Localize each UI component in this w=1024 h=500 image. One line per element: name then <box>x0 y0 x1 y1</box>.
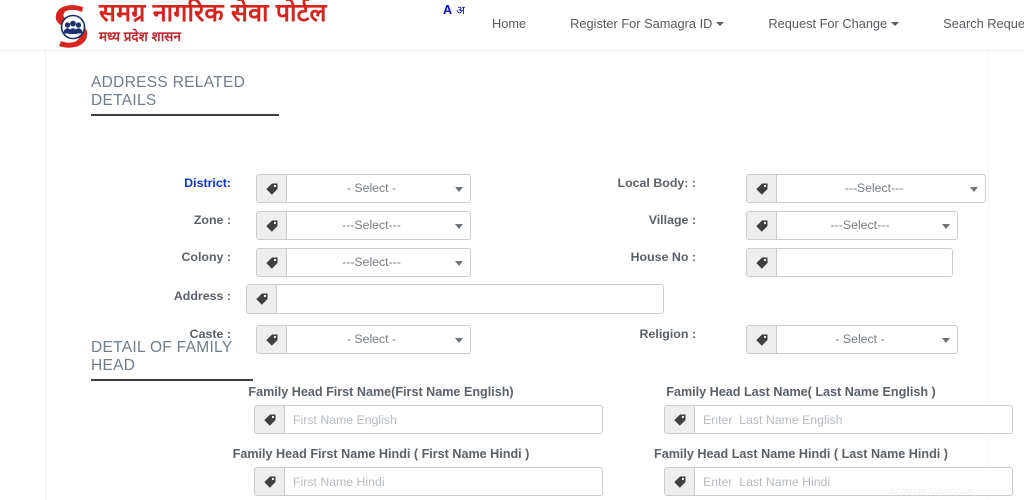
family-head-section-rule <box>91 379 253 381</box>
site-header: समग्र नागरिक सेवा पोर्टल मध्य प्रदेश शास… <box>0 0 1024 51</box>
local-body-select-wrap[interactable]: ---Select--- <box>777 174 986 203</box>
house-no-input[interactable] <box>777 248 953 277</box>
caste-select[interactable]: - Select - <box>287 325 471 354</box>
colony-select-group[interactable]: ---Select--- <box>256 248 471 277</box>
tag-icon <box>746 174 777 203</box>
address-input[interactable] <box>277 284 664 314</box>
family-head-first-name-en-title: Family Head First Name(First Name Englis… <box>248 385 514 399</box>
language-toggle[interactable]: A अ <box>443 3 465 18</box>
nav-item-home-label: Home <box>492 16 527 31</box>
language-english[interactable]: A <box>443 3 452 17</box>
content-panel: ADDRESS RELATED DETAILS District: - Sele… <box>45 51 1013 500</box>
address-section-heading-label: ADDRESS RELATED DETAILS <box>91 74 246 109</box>
address-section-heading: ADDRESS RELATED DETAILS <box>91 74 286 116</box>
zone-select[interactable]: ---Select--- <box>287 211 471 240</box>
address-section-rule <box>91 114 279 116</box>
village-select-wrap[interactable]: ---Select--- <box>777 211 958 240</box>
tag-icon <box>664 405 695 434</box>
religion-select[interactable]: - Select - <box>777 325 958 354</box>
address-label: Address : <box>173 289 231 303</box>
family-head-last-name-en-group[interactable] <box>664 405 1013 434</box>
family-head-last-name-en-input[interactable] <box>695 405 1013 434</box>
chevron-down-icon <box>891 22 900 26</box>
family-head-section-heading: DETAIL OF FAMILY HEAD <box>91 339 261 381</box>
nav-item-search-label: Search Requests <box>943 16 1024 31</box>
caste-select-wrap[interactable]: - Select - <box>287 325 471 354</box>
tag-icon <box>256 211 287 240</box>
nav-item-request-for-change[interactable]: Request For Change <box>746 13 921 34</box>
chevron-down-icon <box>716 22 725 26</box>
samagra-logo-icon <box>52 2 96 48</box>
district-select-wrap[interactable]: - Select - <box>287 174 471 203</box>
nav-item-register-label: Register For Samagra ID <box>570 16 713 31</box>
family-head-first-name-hi-input[interactable] <box>285 467 603 496</box>
brand[interactable]: समग्र नागरिक सेवा पोर्टल मध्य प्रदेश शास… <box>52 0 327 51</box>
caste-select-group[interactable]: - Select - <box>256 325 471 354</box>
language-hindi[interactable]: अ <box>456 5 465 17</box>
tag-icon <box>256 248 287 277</box>
village-label: Village : <box>648 213 696 227</box>
brand-subtitle: मध्य प्रदेश शासन <box>99 29 181 44</box>
colony-select-wrap[interactable]: ---Select--- <box>287 248 471 277</box>
family-head-first-name-en-group[interactable] <box>254 405 603 434</box>
tag-icon <box>246 284 277 314</box>
colony-label: Colony : <box>181 250 231 264</box>
tag-icon <box>256 174 287 203</box>
family-head-section-heading-label: DETAIL OF FAMILY HEAD <box>91 339 233 374</box>
zone-label: Zone : <box>193 213 231 227</box>
brand-title: समग्र नागरिक सेवा पोर्टल <box>99 0 327 27</box>
religion-select-wrap[interactable]: - Select - <box>777 325 958 354</box>
district-select[interactable]: - Select - <box>287 174 471 203</box>
village-select-group[interactable]: ---Select--- <box>746 211 958 240</box>
religion-label: Religion : <box>639 327 696 341</box>
tag-icon <box>746 325 777 354</box>
zone-select-group[interactable]: ---Select--- <box>256 211 471 240</box>
family-head-first-name-en-input[interactable] <box>285 405 603 434</box>
religion-select-group[interactable]: - Select - <box>746 325 958 354</box>
zone-select-wrap[interactable]: ---Select--- <box>287 211 471 240</box>
village-select[interactable]: ---Select--- <box>777 211 958 240</box>
tag-icon <box>254 467 285 496</box>
family-head-last-name-en-title: Family Head Last Name( Last Name English… <box>666 385 936 399</box>
district-select-group[interactable]: - Select - <box>256 174 471 203</box>
family-head-first-name-hi-title: Family Head First Name Hindi ( First Nam… <box>232 447 530 461</box>
tag-icon <box>664 467 695 496</box>
nav-item-request-label: Request For Change <box>768 16 888 31</box>
tag-icon <box>254 405 285 434</box>
nav-item-register-for-samagra-id[interactable]: Register For Samagra ID <box>548 13 746 34</box>
tag-icon <box>746 248 777 277</box>
tag-icon <box>746 211 777 240</box>
address-group[interactable] <box>246 284 664 314</box>
main-nav: Home Register For Samagra ID Request For… <box>470 13 1024 34</box>
colony-select[interactable]: ---Select--- <box>287 248 471 277</box>
windows-activation-watermark: Activate Windows <box>888 486 975 498</box>
nav-item-home[interactable]: Home <box>470 13 548 34</box>
house-no-group[interactable] <box>746 248 953 277</box>
family-head-first-name-hi-group[interactable] <box>254 467 603 496</box>
page-body: ADDRESS RELATED DETAILS District: - Sele… <box>0 51 1024 500</box>
local-body-select-group[interactable]: ---Select--- <box>746 174 986 203</box>
family-head-last-name-hi-title: Family Head Last Name Hindi ( Last Name … <box>654 447 948 461</box>
local-body-select[interactable]: ---Select--- <box>777 174 986 203</box>
district-label: District: <box>184 176 231 190</box>
nav-item-search-requests[interactable]: Search Requests <box>921 13 1024 34</box>
local-body-label: Local Body: : <box>617 176 696 190</box>
house-no-label: House No : <box>630 250 696 264</box>
